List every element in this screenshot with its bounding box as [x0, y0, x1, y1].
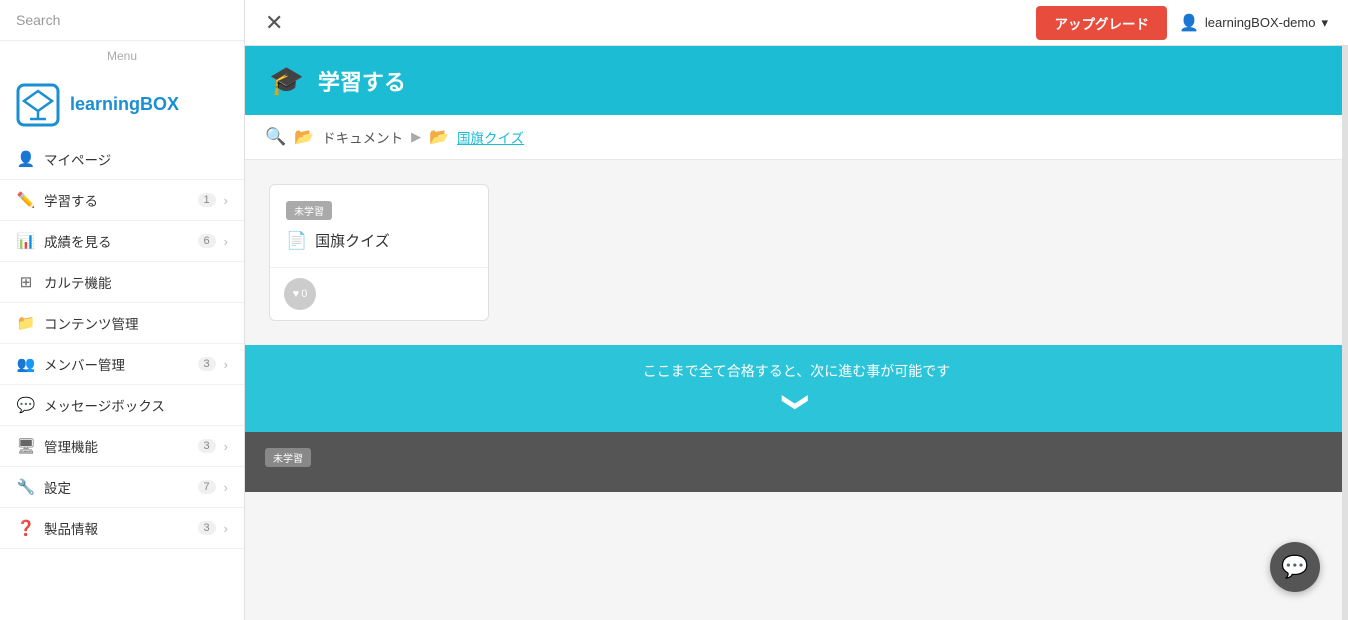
card-body: 未学習 📄 国旗クイズ — [270, 185, 488, 267]
sidebar-item-label: メッセージボックス — [44, 395, 228, 415]
topbar-right: アップグレード 👤 learningBOX-demo ▾ — [1036, 6, 1328, 40]
content-card[interactable]: 未学習 📄 国旗クイズ ♥ 0 — [269, 184, 489, 321]
user-icon: 👤 — [1179, 13, 1199, 33]
sidebar-item-settings[interactable]: 🔧 設定 7 › — [0, 467, 244, 508]
logo-text: learningBOX — [70, 95, 179, 115]
sidebar-item-products[interactable]: ❓ 製品情報 3 › — [0, 508, 244, 549]
breadcrumb-folder1[interactable]: ドキュメント — [322, 127, 403, 147]
card-title: 📄 国旗クイズ — [286, 230, 472, 251]
heart-count: 0 — [301, 288, 307, 300]
page-header: 🎓 学習する — [245, 46, 1348, 115]
dropdown-arrow-icon: ▾ — [1321, 15, 1328, 31]
breadcrumb-arrow-icon: ▶ — [411, 129, 421, 145]
progress-section: ここまで全て合格すると、次に進む事が可能です ❯ — [245, 345, 1348, 432]
search-bar[interactable]: Search — [0, 0, 244, 41]
wrench-icon: 🔧 — [16, 478, 36, 496]
logo-text-part2: BOX — [140, 94, 179, 114]
dark-status-badge: 未学習 — [265, 448, 311, 467]
admin-badge: 3 — [198, 439, 216, 453]
status-badge: 未学習 — [286, 201, 332, 220]
sidebar-item-members[interactable]: 👥 メンバー管理 3 › — [0, 344, 244, 385]
sidebar-item-label: 管理機能 — [44, 436, 198, 456]
cards-section: 未学習 📄 国旗クイズ ♥ 0 — [245, 160, 1348, 345]
settings-badge: 7 — [198, 480, 216, 494]
menu-label: Menu — [0, 41, 244, 67]
breadcrumb-folder2[interactable]: 国旗クイズ — [457, 127, 524, 147]
sidebar-item-messages[interactable]: 💬 メッセージボックス — [0, 385, 244, 426]
chat-icon: 💬 — [16, 396, 36, 414]
chat-bubble-icon: 💬 — [1281, 554, 1308, 580]
graduation-cap-icon: 🎓 — [269, 64, 304, 97]
search-label: Search — [16, 12, 60, 28]
sidebar-item-mypage[interactable]: 👤 マイページ — [0, 139, 244, 180]
sidebar-item-karute[interactable]: ⊞ カルテ機能 — [0, 262, 244, 303]
chevron-down-icon: ❯ — [783, 391, 809, 413]
logo-text-part1: learning — [70, 94, 140, 114]
chevron-right-icon: › — [224, 234, 228, 249]
sidebar-item-learn[interactable]: ✏️ 学習する 1 › — [0, 180, 244, 221]
user-name: learningBOX-demo — [1205, 15, 1316, 30]
chat-button[interactable]: 💬 — [1270, 542, 1320, 592]
sidebar-item-label: メンバー管理 — [44, 354, 198, 374]
card-footer: ♥ 0 — [270, 267, 488, 320]
products-badge: 3 — [198, 521, 216, 535]
sidebar-item-admin[interactable]: 🖥 管理機能 3 › — [0, 426, 244, 467]
topbar: ✕ アップグレード 👤 learningBOX-demo ▾ — [245, 0, 1348, 46]
learn-badge: 1 — [198, 193, 216, 207]
chart-icon: 📊 — [16, 232, 36, 250]
people-icon: 👥 — [16, 355, 36, 373]
chevron-right-icon: › — [224, 193, 228, 208]
document-icon: 📄 — [286, 231, 307, 251]
sidebar: Search Menu learningBOX 👤 マイページ ✏️ 学習する … — [0, 0, 245, 620]
sidebar-item-contents[interactable]: 📁 コンテンツ管理 — [0, 303, 244, 344]
chevron-right-icon: › — [224, 439, 228, 454]
grid-icon: ⊞ — [16, 273, 36, 291]
results-badge: 6 — [198, 234, 216, 248]
question-icon: ❓ — [16, 519, 36, 537]
card-title-text: 国旗クイズ — [315, 230, 390, 251]
pencil-icon: ✏️ — [16, 191, 36, 209]
logo-icon — [16, 83, 60, 127]
sidebar-item-label: コンテンツ管理 — [44, 313, 228, 333]
content-area: 🔍 📂 ドキュメント ▶ 📂 国旗クイズ 未学習 📄 国旗クイズ — [245, 115, 1348, 620]
chevron-right-icon: › — [224, 357, 228, 372]
chevron-right-icon: › — [224, 521, 228, 536]
heart-icon: ♥ — [293, 288, 300, 300]
main-content: ✕ アップグレード 👤 learningBOX-demo ▾ 🎓 学習する 🔍 … — [245, 0, 1348, 620]
sidebar-item-results[interactable]: 📊 成績を見る 6 › — [0, 221, 244, 262]
chevron-right-icon: › — [224, 480, 228, 495]
sidebar-item-label: カルテ機能 — [44, 272, 228, 292]
heart-badge: ♥ 0 — [284, 278, 316, 310]
breadcrumb: 🔍 📂 ドキュメント ▶ 📂 国旗クイズ — [245, 115, 1348, 160]
sidebar-item-label: 成績を見る — [44, 231, 198, 251]
logo: learningBOX — [0, 67, 244, 139]
scrollbar[interactable] — [1342, 46, 1348, 620]
user-menu[interactable]: 👤 learningBOX-demo ▾ — [1179, 13, 1328, 33]
search-icon: 🔍 — [265, 127, 286, 147]
upgrade-button[interactable]: アップグレード — [1036, 6, 1167, 40]
dark-section: 未学習 — [245, 432, 1348, 492]
progress-text: ここまで全て合格すると、次に進む事が可能です — [265, 361, 1328, 381]
close-button[interactable]: ✕ — [265, 12, 283, 34]
sidebar-item-label: 製品情報 — [44, 518, 198, 538]
person-icon: 👤 — [16, 150, 36, 168]
monitor-icon: 🖥 — [16, 437, 36, 455]
sidebar-item-label: 設定 — [44, 477, 198, 497]
folder-icon: 📂 — [294, 127, 314, 147]
folder-icon-2: 📂 — [429, 127, 449, 147]
sidebar-item-label: マイページ — [44, 149, 228, 169]
page-title: 学習する — [318, 65, 406, 97]
folder-icon: 📁 — [16, 314, 36, 332]
members-badge: 3 — [198, 357, 216, 371]
sidebar-item-label: 学習する — [44, 190, 198, 210]
